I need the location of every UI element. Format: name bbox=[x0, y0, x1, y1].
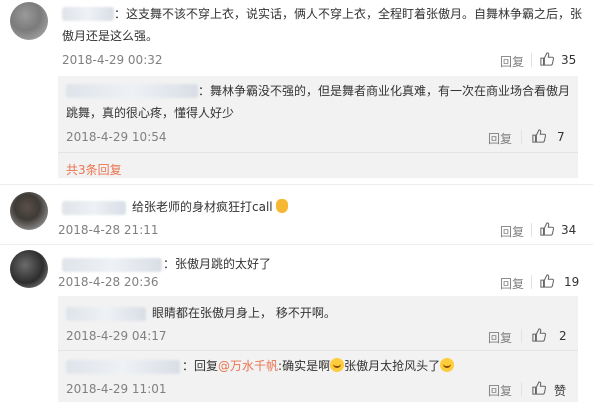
divider bbox=[531, 275, 532, 289]
divider bbox=[531, 53, 532, 67]
reply-button[interactable]: 回复 bbox=[500, 275, 524, 292]
divider bbox=[521, 329, 522, 343]
reply-button[interactable]: 回复 bbox=[500, 53, 524, 70]
comment-time: 2018-4-28 21:11 bbox=[58, 223, 159, 237]
divider bbox=[0, 244, 593, 245]
like-label: 赞 bbox=[554, 384, 567, 398]
divider bbox=[58, 350, 578, 351]
divider bbox=[531, 223, 532, 237]
divider bbox=[521, 130, 522, 144]
divider bbox=[0, 184, 593, 185]
reply-button[interactable]: 回复 bbox=[488, 329, 512, 346]
reply-text: 眼睛都在张傲月身上， 移不开啊。 bbox=[152, 306, 336, 320]
comment-time: 2018-4-29 00:32 bbox=[62, 53, 163, 67]
comment-text: ：这支舞不该不穿上衣，说实话，俩人不穿上衣，全程盯着张傲月。自舞林争霸之后，张 bbox=[114, 7, 583, 21]
thumbs-up-icon[interactable] bbox=[532, 129, 546, 143]
thumbs-up-icon[interactable] bbox=[532, 381, 546, 395]
reply-text: ：舞林争霸没不强的，但是舞者商业化真难，有一次在商业场合看傲月 bbox=[198, 84, 571, 98]
more-replies-link[interactable]: 共3条回复 bbox=[66, 161, 122, 178]
username-blurred[interactable] bbox=[62, 201, 126, 215]
avatar[interactable] bbox=[10, 192, 48, 230]
username-blurred[interactable] bbox=[66, 360, 180, 374]
like-count: 2 bbox=[559, 329, 567, 343]
avatar[interactable] bbox=[10, 2, 48, 40]
thumbs-up-icon[interactable] bbox=[532, 328, 546, 342]
like-count: 7 bbox=[557, 130, 565, 144]
comment-text: 给张老师的身材疯狂打call bbox=[132, 196, 289, 218]
reply-button[interactable]: 回复 bbox=[500, 223, 524, 240]
reply-time: 2018-4-29 11:01 bbox=[66, 382, 167, 396]
divider bbox=[521, 382, 522, 396]
reply-text: ：回复@万水千帆:确实是啊 张傲月太抢风头了 bbox=[182, 355, 455, 377]
username-blurred[interactable] bbox=[66, 84, 198, 98]
reply-button[interactable]: 回复 bbox=[488, 130, 512, 147]
comment-time: 2018-4-28 20:36 bbox=[58, 275, 159, 289]
laugh-emoji-icon bbox=[330, 358, 345, 372]
thumbs-up-icon[interactable] bbox=[540, 52, 554, 66]
mention-link[interactable]: @万水千帆 bbox=[218, 359, 278, 373]
avatar[interactable] bbox=[10, 250, 48, 288]
reply-text: 跳舞，真的很心疼，懂得人好少 bbox=[66, 106, 235, 120]
reply-time: 2018-4-29 10:54 bbox=[66, 130, 167, 144]
laugh-emoji-icon bbox=[440, 358, 455, 372]
divider bbox=[58, 152, 578, 153]
comment-text: ：张傲月跳的太好了 bbox=[163, 257, 272, 271]
username-blurred[interactable] bbox=[62, 258, 162, 272]
hand-emoji-icon bbox=[276, 199, 289, 213]
thumbs-up-icon[interactable] bbox=[540, 222, 554, 236]
thumbs-up-icon[interactable] bbox=[540, 274, 554, 288]
username-blurred[interactable] bbox=[66, 307, 146, 321]
comment-text: 傲月还是这么强。 bbox=[62, 29, 159, 43]
like-count: 35 bbox=[561, 53, 577, 67]
like-count: 19 bbox=[564, 275, 580, 289]
username-blurred[interactable] bbox=[62, 7, 114, 21]
reply-button[interactable]: 回复 bbox=[488, 382, 512, 399]
like-count: 34 bbox=[561, 223, 577, 237]
reply-time: 2018-4-29 04:17 bbox=[66, 329, 167, 343]
